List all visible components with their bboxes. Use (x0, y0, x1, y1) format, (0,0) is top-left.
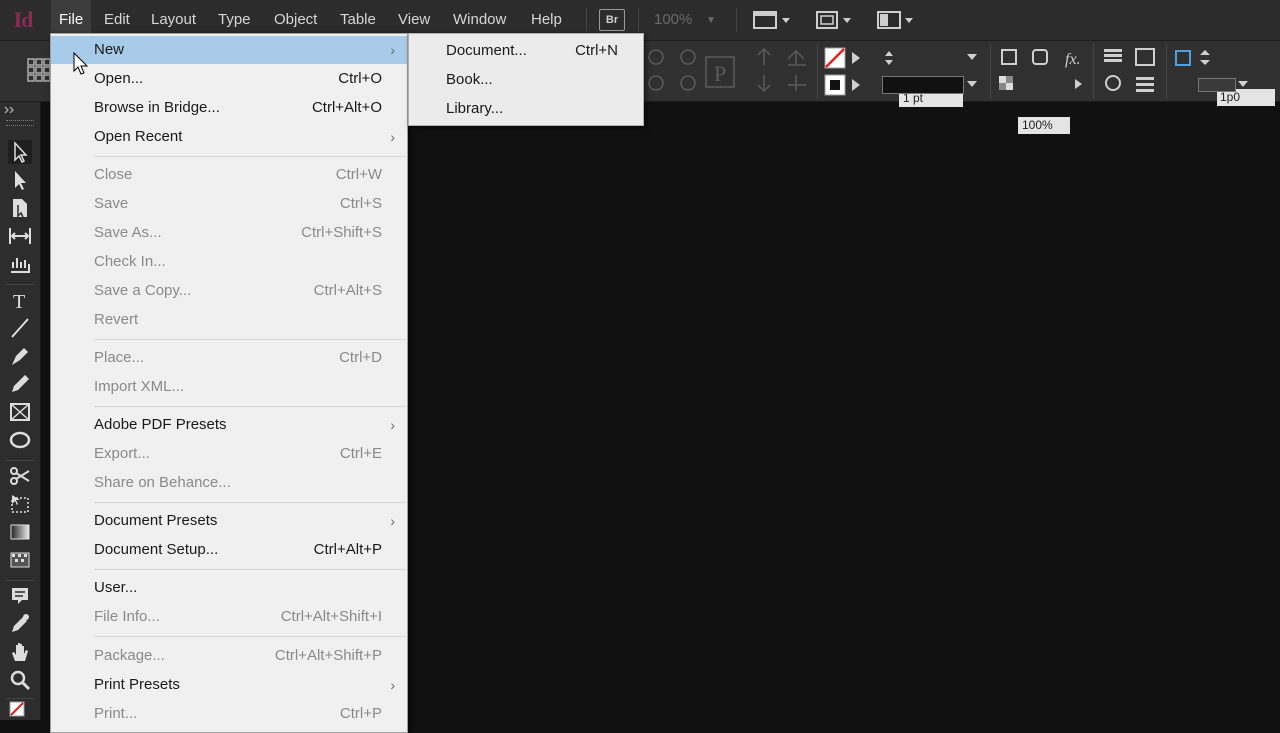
menu-separator (94, 569, 406, 570)
submenu-item-library[interactable]: Library... (409, 94, 643, 123)
chevron-right-icon: › (390, 42, 395, 58)
menu-item-export[interactable]: Export... Ctrl+E (51, 440, 407, 468)
gap-tool-icon[interactable] (8, 224, 32, 248)
hand-tool-icon[interactable] (8, 640, 32, 664)
menu-item-print[interactable]: Print... Ctrl+P (51, 700, 407, 728)
zoom-level[interactable]: 100% (654, 0, 692, 40)
menu-item-revert[interactable]: Revert (51, 306, 407, 334)
fill-stroke-swatches[interactable] (824, 47, 868, 97)
menu-item-open-recent[interactable]: Open Recent › (51, 123, 407, 151)
submenu-item-document[interactable]: Document... Ctrl+N (409, 36, 643, 65)
menu-separator (94, 339, 406, 340)
menu-item-import-xml[interactable]: Import XML... (51, 373, 407, 401)
chevron-right-icon: › (390, 417, 395, 433)
tool-divider (6, 460, 34, 461)
menu-item-save-as[interactable]: Save As... Ctrl+Shift+S (51, 219, 407, 247)
new-submenu: Document... Ctrl+N Book... Library... (408, 33, 644, 126)
gradient-feather-tool-icon[interactable] (8, 548, 32, 572)
menu-item-browse-in-bridge[interactable]: Browse in Bridge... Ctrl+Alt+O (51, 94, 407, 122)
menu-item-package[interactable]: Package... Ctrl+Alt+Shift+P (51, 642, 407, 670)
view-options-icon[interactable] (752, 10, 792, 30)
collapse-panel-icon[interactable] (4, 106, 16, 114)
transform-icons-group: P (648, 47, 806, 93)
menu-item-document-presets[interactable]: Document Presets › (51, 507, 407, 535)
zoom-tool-icon[interactable] (8, 668, 32, 692)
menu-separator (94, 636, 406, 637)
chevron-right-icon[interactable] (1072, 77, 1086, 91)
menu-item-check-in[interactable]: Check In... (51, 248, 407, 276)
file-menu-dropdown: New › Open... Ctrl+O Browse in Bridge...… (50, 33, 408, 733)
chevron-right-icon: › (390, 129, 395, 145)
direct-selection-tool-icon[interactable] (8, 168, 32, 192)
menu-separator (94, 156, 406, 157)
menubar-divider (586, 8, 587, 32)
selection-tool-icon[interactable] (8, 140, 32, 164)
pencil-tool-icon[interactable] (8, 372, 32, 396)
menu-item-save-a-copy[interactable]: Save a Copy... Ctrl+Alt+S (51, 277, 407, 305)
menu-item-new[interactable]: New › (51, 36, 407, 64)
eyedropper-tool-icon[interactable] (8, 612, 32, 636)
menu-item-open[interactable]: Open... Ctrl+O (51, 65, 407, 93)
menu-item-document-setup[interactable]: Document Setup... Ctrl+Alt+P (51, 536, 407, 564)
menu-item-close[interactable]: Close Ctrl+W (51, 161, 407, 189)
tools-panel: T (0, 102, 41, 720)
gradient-swatch-tool-icon[interactable] (8, 520, 32, 544)
menu-item-place[interactable]: Place... Ctrl+D (51, 344, 407, 372)
menu-item-user[interactable]: User... (51, 574, 407, 602)
menu-item-adobe-pdf-presets[interactable]: Adobe PDF Presets › (51, 411, 407, 439)
stroke-weight-stepper[interactable] (882, 49, 896, 67)
stroke-style-field[interactable] (1198, 78, 1236, 92)
chevron-right-icon: › (390, 513, 395, 529)
zoom-chevron-down-icon[interactable]: ▼ (706, 15, 716, 26)
submenu-item-book[interactable]: Book... (409, 65, 643, 94)
effects-icons[interactable]: fx. (999, 47, 1089, 69)
menu-separator (94, 502, 406, 503)
menu-item-share-on-behance[interactable]: Share on Behance... (51, 469, 407, 497)
type-tool-icon[interactable]: T (8, 288, 32, 312)
svg-text:fx.: fx. (1065, 51, 1081, 68)
free-transform-tool-icon[interactable] (8, 492, 32, 516)
rectangle-frame-tool-icon[interactable] (8, 400, 32, 424)
opacity-icon (999, 76, 1013, 90)
scissors-tool-icon[interactable] (8, 464, 32, 488)
line-tool-icon[interactable] (8, 316, 32, 340)
control-divider (990, 43, 991, 99)
chevron-right-icon: › (390, 677, 395, 693)
screen-mode-icon[interactable] (814, 10, 854, 30)
frame-fitting-icon[interactable] (1172, 47, 1216, 69)
panel-grip[interactable] (6, 120, 34, 126)
menu-item-save[interactable]: Save Ctrl+S (51, 190, 407, 218)
reference-point-icon[interactable] (26, 57, 52, 83)
indesign-logo: Id (13, 7, 34, 32)
control-divider (817, 43, 818, 99)
tool-divider (6, 698, 34, 699)
menu-item-print-presets[interactable]: Print Presets › (51, 671, 407, 699)
ellipse-tool-icon[interactable] (8, 428, 32, 452)
svg-text:T: T (13, 291, 25, 312)
chevron-down-icon[interactable] (965, 51, 979, 63)
control-divider (1166, 43, 1167, 99)
chevron-down-icon[interactable] (965, 78, 979, 90)
menu-item-file-info[interactable]: File Info... Ctrl+Alt+Shift+I (51, 603, 407, 631)
menubar-divider (736, 8, 737, 32)
fill-stroke-tool-icon[interactable] (8, 700, 32, 724)
text-wrap-icons[interactable] (1100, 47, 1166, 95)
tool-divider (6, 580, 34, 581)
page-tool-icon[interactable] (8, 196, 32, 220)
control-divider (1093, 43, 1094, 99)
opacity-field[interactable]: 100% (1018, 117, 1070, 134)
bridge-button[interactable]: Br (599, 9, 625, 31)
menu-separator (94, 406, 406, 407)
pen-tool-icon[interactable] (8, 344, 32, 368)
menubar-divider (638, 8, 639, 32)
content-collector-tool-icon[interactable] (8, 252, 32, 276)
note-tool-icon[interactable] (8, 584, 32, 608)
svg-text:P: P (714, 61, 726, 86)
mouse-cursor-icon (73, 52, 89, 75)
chevron-down-icon[interactable] (1236, 78, 1250, 90)
tool-divider (6, 284, 34, 285)
arrange-documents-icon[interactable] (875, 10, 915, 30)
stroke-type-field[interactable] (882, 76, 964, 94)
